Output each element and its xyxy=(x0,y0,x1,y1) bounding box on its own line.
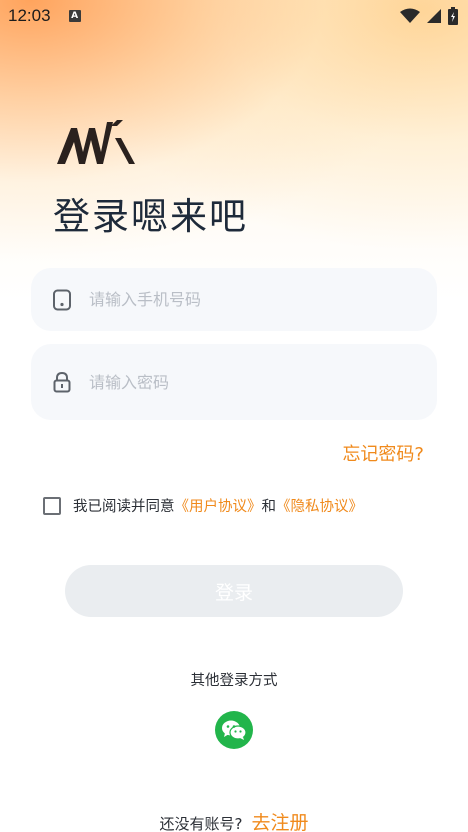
password-input[interactable] xyxy=(89,372,389,392)
brand-logo xyxy=(57,120,135,164)
agreement-prefix: 我已阅读并同意 xyxy=(73,499,175,515)
battery-icon xyxy=(448,7,458,25)
register-link[interactable]: 去注册 xyxy=(252,812,309,832)
register-row: 还没有账号? 去注册 xyxy=(0,808,468,832)
phone-icon xyxy=(53,289,71,310)
agreement-and: 和 xyxy=(261,499,277,515)
status-bar: 12:03 A xyxy=(0,0,468,32)
register-question: 还没有账号? xyxy=(159,815,243,832)
status-time: 12:03 xyxy=(8,6,51,25)
status-icons xyxy=(400,7,458,25)
notification-badge-icon: A xyxy=(68,10,81,22)
page-title: 登录嗯来吧 xyxy=(53,195,248,238)
wifi-icon xyxy=(400,8,420,23)
wechat-login-button[interactable] xyxy=(215,711,253,749)
privacy-policy-link[interactable]: 《隐私协议》 xyxy=(276,495,363,516)
forgot-password-link[interactable]: 忘记密码? xyxy=(342,440,424,466)
other-login-label: 其他登录方式 xyxy=(190,673,278,689)
agreement-checkbox[interactable] xyxy=(43,496,61,515)
login-button[interactable]: 登录 xyxy=(65,565,403,617)
agreement-row: 我已阅读并同意 《用户协议》 和 《隐私协议》 xyxy=(43,495,363,516)
phone-field[interactable] xyxy=(31,268,437,331)
password-field[interactable] xyxy=(31,344,437,420)
user-agreement-link[interactable]: 《用户协议》 xyxy=(175,495,262,516)
lock-icon xyxy=(53,371,71,393)
wechat-icon xyxy=(222,720,247,740)
signal-icon xyxy=(427,9,441,23)
phone-input[interactable] xyxy=(89,290,389,309)
